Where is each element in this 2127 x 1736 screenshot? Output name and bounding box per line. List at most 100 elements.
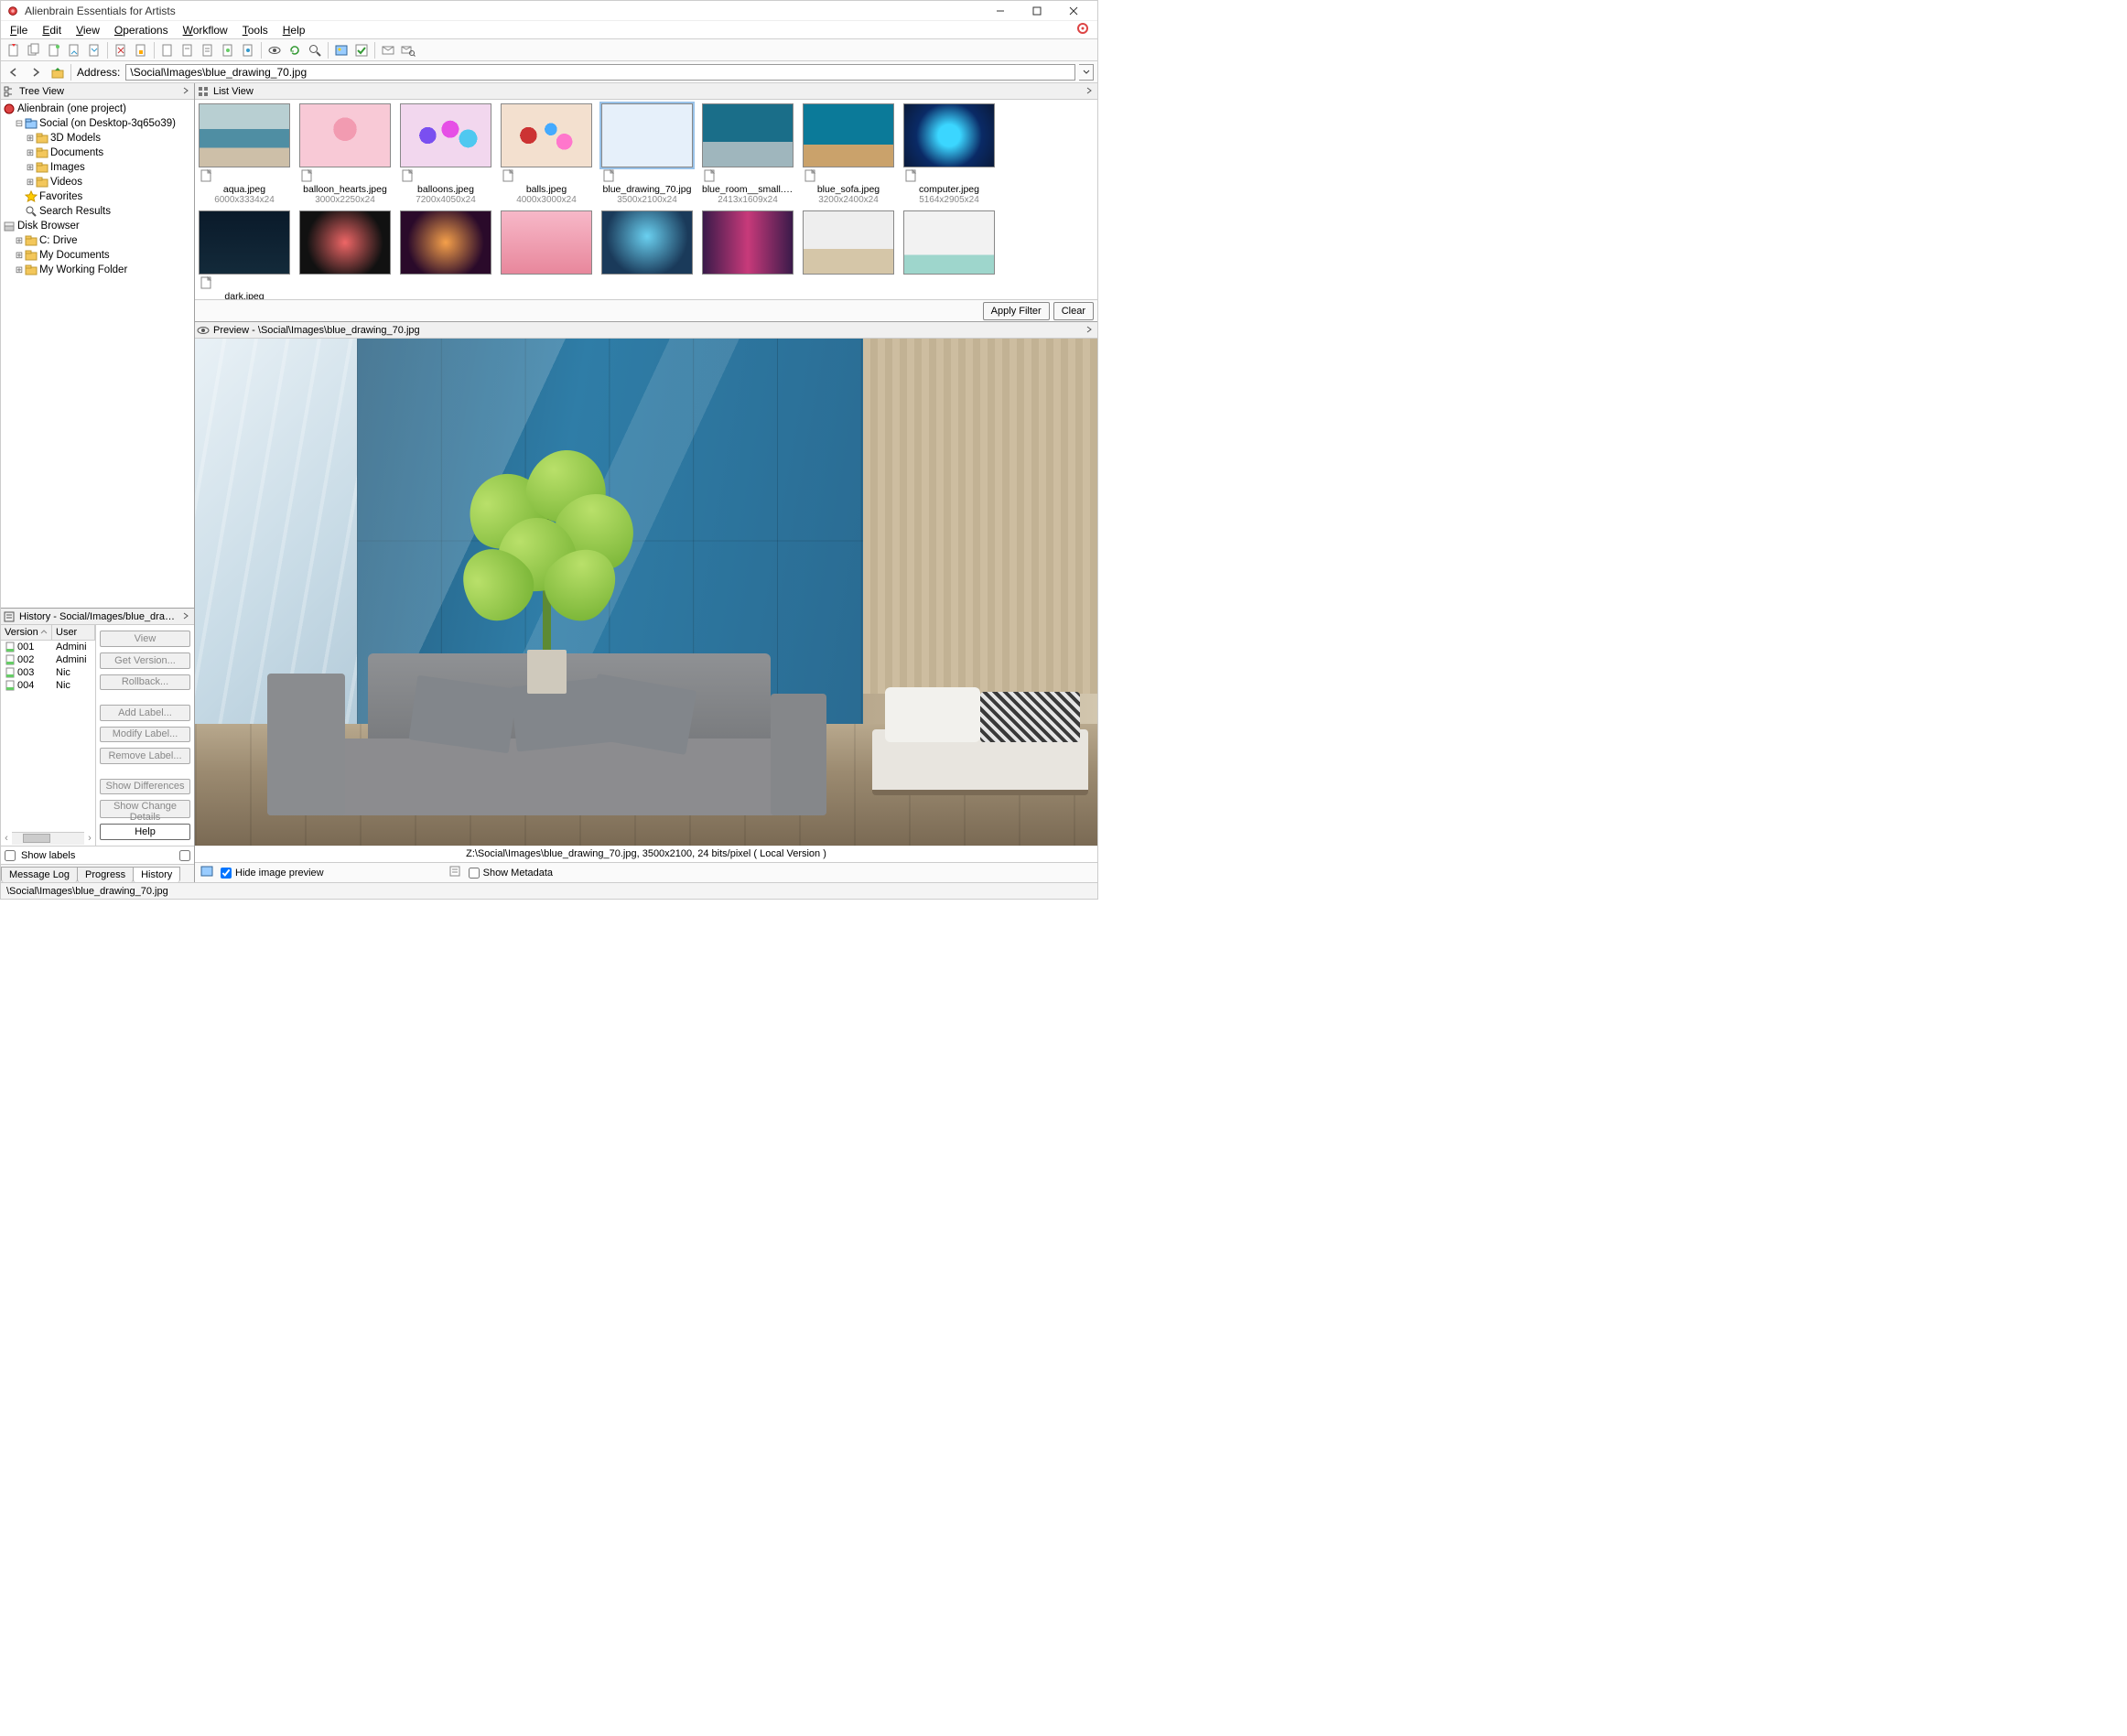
tree-folder[interactable]: ⊞Videos bbox=[3, 175, 192, 189]
apply-filter-button[interactable]: Apply Filter bbox=[983, 302, 1050, 320]
tree-folder[interactable]: ⊞3D Models bbox=[3, 131, 192, 146]
history-remove-label-button[interactable]: Remove Label... bbox=[100, 748, 190, 764]
thumbnail[interactable] bbox=[801, 210, 896, 299]
show-labels-label: Show labels bbox=[21, 850, 75, 861]
thumbnail[interactable]: balls.jpeg4000x3000x24 bbox=[499, 103, 594, 205]
thumbnail[interactable]: balloon_hearts.jpeg3000x2250x24 bbox=[297, 103, 393, 205]
toolbar-mail-search-icon[interactable] bbox=[399, 41, 417, 59]
toolbar-new-icon[interactable] bbox=[5, 41, 23, 59]
status-text: \Social\Images\blue_drawing_70.jpg bbox=[6, 886, 168, 897]
toolbar-mail-icon[interactable] bbox=[379, 41, 397, 59]
history-row[interactable]: 004Nic bbox=[1, 679, 95, 692]
maximize-button[interactable] bbox=[1019, 1, 1055, 21]
toolbar-doc1-icon[interactable] bbox=[65, 41, 83, 59]
close-button[interactable] bbox=[1055, 1, 1092, 21]
tree-drive[interactable]: ⊞My Documents bbox=[3, 248, 192, 263]
address-label: Address: bbox=[77, 66, 120, 79]
tree-view[interactable]: Alienbrain (one project) ⊟ Social (on De… bbox=[1, 100, 194, 608]
toolbar-doc7-icon[interactable] bbox=[239, 41, 257, 59]
history-row[interactable]: 003Nic bbox=[1, 666, 95, 679]
menu-tools[interactable]: Tools bbox=[235, 22, 275, 38]
address-input[interactable] bbox=[125, 64, 1075, 81]
tree-folder[interactable]: ⊞Documents bbox=[3, 146, 192, 160]
toolbar-check-icon[interactable] bbox=[352, 41, 371, 59]
nav-back-icon[interactable] bbox=[5, 63, 23, 81]
history-modify-label-button[interactable]: Modify Label... bbox=[100, 727, 190, 743]
history-viewbutton[interactable]: View bbox=[100, 631, 190, 647]
toolbar-cut-icon[interactable] bbox=[112, 41, 130, 59]
toolbar-doc6-icon[interactable] bbox=[219, 41, 237, 59]
window-title: Alienbrain Essentials for Artists bbox=[25, 5, 982, 17]
menu-operations[interactable]: Operations bbox=[107, 22, 176, 38]
tab-history[interactable]: History bbox=[133, 867, 180, 882]
toolbar-doc4-icon[interactable] bbox=[178, 41, 197, 59]
tab-message-log[interactable]: Message Log bbox=[1, 867, 78, 882]
thumbnail[interactable]: balloons.jpeg7200x4050x24 bbox=[398, 103, 493, 205]
thumbnail[interactable]: blue_room__small.jpg2413x1609x24 bbox=[700, 103, 795, 205]
address-dropdown-icon[interactable] bbox=[1079, 64, 1094, 81]
menu-file[interactable]: File bbox=[3, 22, 35, 38]
thumbnail[interactable] bbox=[599, 210, 695, 299]
thumbnail[interactable]: blue_sofa.jpeg3200x2400x24 bbox=[801, 103, 896, 205]
thumbnail[interactable]: blue_drawing_70.jpg3500x2100x24 bbox=[599, 103, 695, 205]
address-bar: Address: bbox=[1, 61, 1097, 83]
tree-drive[interactable]: ⊞C: Drive bbox=[3, 233, 192, 248]
toolbar-doc2-icon[interactable] bbox=[85, 41, 103, 59]
show-labels-checkbox[interactable] bbox=[5, 850, 16, 861]
hide-preview-checkbox[interactable] bbox=[221, 868, 232, 879]
toolbar-copy-icon[interactable] bbox=[25, 41, 43, 59]
menu-workflow[interactable]: Workflow bbox=[176, 22, 235, 38]
toolbar-refresh-icon[interactable] bbox=[286, 41, 304, 59]
menu-edit[interactable]: Edit bbox=[35, 22, 69, 38]
clear-filter-button[interactable]: Clear bbox=[1053, 302, 1094, 320]
history-get-version-button[interactable]: Get Version... bbox=[100, 652, 190, 669]
toolbar-doc3-icon[interactable] bbox=[158, 41, 177, 59]
titlebar: Alienbrain Essentials for Artists bbox=[1, 1, 1097, 21]
thumbnail[interactable]: dark.jpeg8000x4500x24 bbox=[197, 210, 292, 299]
tree-search[interactable]: Search Results bbox=[3, 204, 192, 219]
thumbnail[interactable] bbox=[700, 210, 795, 299]
panel-arrow-icon[interactable] bbox=[1085, 86, 1096, 97]
sort-icon[interactable] bbox=[40, 629, 48, 636]
history-footer-checkbox2[interactable] bbox=[179, 850, 190, 861]
history-hscroll[interactable] bbox=[12, 832, 84, 845]
history-show-differencesbutton[interactable]: Show Differences bbox=[100, 779, 190, 795]
minimize-button[interactable] bbox=[982, 1, 1019, 21]
history-row[interactable]: 002Admini bbox=[1, 653, 95, 666]
toolbar-eye-icon[interactable] bbox=[265, 41, 284, 59]
tree-drive[interactable]: ⊞My Working Folder bbox=[3, 263, 192, 277]
history-show-change-detailsbutton[interactable]: Show Change Details bbox=[100, 800, 190, 818]
thumbnail[interactable] bbox=[902, 210, 997, 299]
thumbnail[interactable] bbox=[398, 210, 493, 299]
thumbnail[interactable]: computer.jpeg5164x2905x24 bbox=[902, 103, 997, 205]
tree-favorites[interactable]: Favorites bbox=[3, 189, 192, 204]
history-table[interactable]: Version User 001Admini002Admini003Nic004… bbox=[1, 625, 96, 846]
toolbar-image-icon[interactable] bbox=[332, 41, 351, 59]
tree-folder[interactable]: ⊞Images bbox=[3, 160, 192, 175]
thumbnail[interactable]: aqua.jpeg6000x3334x24 bbox=[197, 103, 292, 205]
thumbnail[interactable] bbox=[297, 210, 393, 299]
thumbnail[interactable] bbox=[499, 210, 594, 299]
panel-arrow-icon[interactable] bbox=[1085, 325, 1096, 336]
history-rollback-button[interactable]: Rollback... bbox=[100, 674, 190, 691]
preview-image[interactable] bbox=[195, 339, 1097, 846]
toolbar-doc5-icon[interactable] bbox=[199, 41, 217, 59]
show-metadata-checkbox[interactable] bbox=[469, 868, 480, 879]
history-add-label-button[interactable]: Add Label... bbox=[100, 705, 190, 721]
menu-help[interactable]: Help bbox=[275, 22, 313, 38]
history-row[interactable]: 001Admini bbox=[1, 641, 95, 653]
tree-project[interactable]: ⊟ Social (on Desktop-3q65o39) bbox=[3, 116, 192, 131]
tab-progress[interactable]: Progress bbox=[77, 867, 134, 882]
toolbar-search-icon[interactable] bbox=[306, 41, 324, 59]
panel-arrow-icon[interactable] bbox=[181, 86, 192, 97]
tree-disk-browser[interactable]: Disk Browser bbox=[3, 219, 192, 233]
tree-root[interactable]: Alienbrain (one project) bbox=[3, 102, 192, 116]
thumbnail-grid[interactable]: aqua.jpeg6000x3334x24balloon_hearts.jpeg… bbox=[195, 100, 1097, 299]
toolbar-paste-icon[interactable] bbox=[45, 41, 63, 59]
menu-view[interactable]: View bbox=[69, 22, 107, 38]
toolbar-lock-icon[interactable] bbox=[132, 41, 150, 59]
nav-forward-icon[interactable] bbox=[27, 63, 45, 81]
panel-arrow-icon[interactable] bbox=[181, 611, 192, 622]
history-helpbutton[interactable]: Help bbox=[100, 824, 190, 840]
nav-up-icon[interactable] bbox=[49, 63, 67, 81]
